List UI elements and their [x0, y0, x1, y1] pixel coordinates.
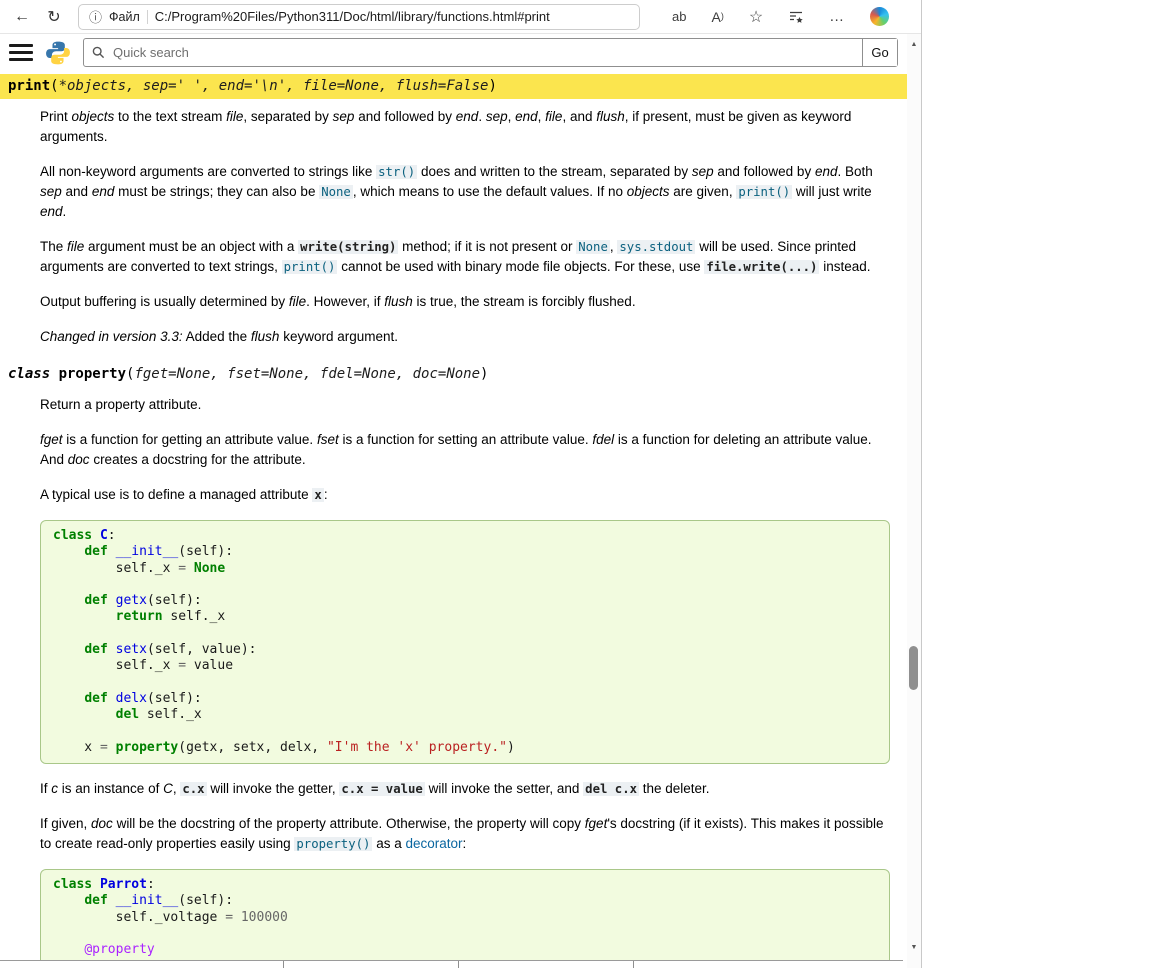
- address-bar[interactable]: ⓘ Файл C:/Program%20Files/Python311/Doc/…: [78, 4, 640, 30]
- link-sys-stdout[interactable]: sys.stdout: [617, 240, 695, 254]
- code-block-1-code: class C: def __init__(self): self._x = N…: [53, 528, 877, 756]
- paragraph: Return a property attribute.: [40, 395, 893, 415]
- browser-window: ← ↻ ⓘ Файл C:/Program%20Files/Python311/…: [0, 0, 922, 968]
- link-none[interactable]: None: [319, 185, 353, 199]
- link-decorator[interactable]: decorator: [405, 836, 462, 851]
- paragraph: fget is a function for getting an attrib…: [40, 430, 893, 470]
- scrollbar-down-button[interactable]: ▼: [907, 940, 921, 954]
- refresh-icon: ↻: [47, 7, 60, 27]
- code-block-class-parrot: class Parrot: def __init__(self): self._…: [40, 869, 890, 968]
- link-print[interactable]: print(): [736, 185, 792, 199]
- window-bottom-edge: [0, 960, 903, 968]
- paragraph: All non-keyword arguments are converted …: [40, 162, 893, 222]
- docs-content: print(*objects, sep=' ', end='\n', file=…: [0, 71, 907, 968]
- property-description: Return a property attribute. fget is a f…: [40, 395, 893, 968]
- browser-viewport: Go print(*objects, sep=' ', end='\n', fi…: [0, 34, 921, 968]
- read-aloud-icon[interactable]: A): [711, 9, 723, 25]
- link-print[interactable]: print(): [282, 260, 338, 274]
- favorite-star-icon[interactable]: ☆: [749, 7, 763, 27]
- scrollbar-thumb[interactable]: [909, 646, 918, 690]
- settings-dots-icon[interactable]: …: [829, 8, 845, 25]
- back-icon: ←: [14, 8, 30, 26]
- search-input[interactable]: [111, 44, 862, 61]
- python-logo-icon: [45, 40, 71, 66]
- file-scheme-label: Файл: [109, 10, 140, 24]
- address-divider: [147, 10, 148, 24]
- page-content: Go print(*objects, sep=' ', end='\n', fi…: [0, 34, 907, 968]
- paragraph: If c is an instance of C, c.x will invok…: [40, 779, 893, 799]
- read-aloud-wave: ): [721, 11, 724, 21]
- paragraph: A typical use is to define a managed att…: [40, 485, 893, 505]
- scrollbar-track[interactable]: ▲ ▼: [907, 34, 921, 968]
- docs-nav-bar: Go: [0, 34, 907, 71]
- browser-toolbar: ← ↻ ⓘ Файл C:/Program%20Files/Python311/…: [0, 0, 921, 34]
- version-changed-note: Changed in version 3.3: Added the flush …: [40, 327, 893, 347]
- definition-list: print(*objects, sep=' ', end='\n', file=…: [0, 74, 907, 968]
- refresh-button[interactable]: ↻: [40, 4, 68, 30]
- link-none[interactable]: None: [576, 240, 610, 254]
- paragraph: The file argument must be an object with…: [40, 237, 893, 277]
- back-button[interactable]: ←: [8, 4, 36, 30]
- link-str[interactable]: str(): [376, 165, 417, 179]
- search-icon: [92, 46, 105, 59]
- scrollbar-up-button[interactable]: ▲: [907, 37, 921, 51]
- bottom-tick: [283, 961, 284, 968]
- print-description: Print objects to the text stream file, s…: [40, 107, 893, 347]
- read-aloud-letter: A: [711, 9, 720, 25]
- browser-logo-icon[interactable]: [870, 7, 889, 26]
- bottom-tick: [458, 961, 459, 968]
- link-property[interactable]: property(): [294, 837, 372, 851]
- paragraph: Print objects to the text stream file, s…: [40, 107, 893, 147]
- translate-icon[interactable]: ab: [672, 9, 686, 24]
- favorites-bar-icon[interactable]: [788, 9, 804, 25]
- bottom-tick: [633, 961, 634, 968]
- toolbar-icon-group: ab A) ☆ …: [672, 7, 889, 27]
- page-info-icon[interactable]: ⓘ: [89, 7, 102, 26]
- address-url[interactable]: C:/Program%20Files/Python311/Doc/html/li…: [155, 9, 629, 24]
- hamburger-menu[interactable]: [9, 44, 33, 61]
- code-block-class-c: class C: def __init__(self): self._x = N…: [40, 520, 890, 764]
- code-block-2-code: class Parrot: def __init__(self): self._…: [53, 877, 877, 968]
- search-bar: Go: [83, 38, 898, 67]
- paragraph: If given, doc will be the docstring of t…: [40, 814, 893, 854]
- print-signature: print(*objects, sep=' ', end='\n', file=…: [0, 74, 907, 99]
- go-button[interactable]: Go: [862, 39, 897, 66]
- paragraph: Output buffering is usually determined b…: [40, 292, 893, 312]
- property-signature: class property(fget=None, fset=None, fde…: [0, 362, 907, 387]
